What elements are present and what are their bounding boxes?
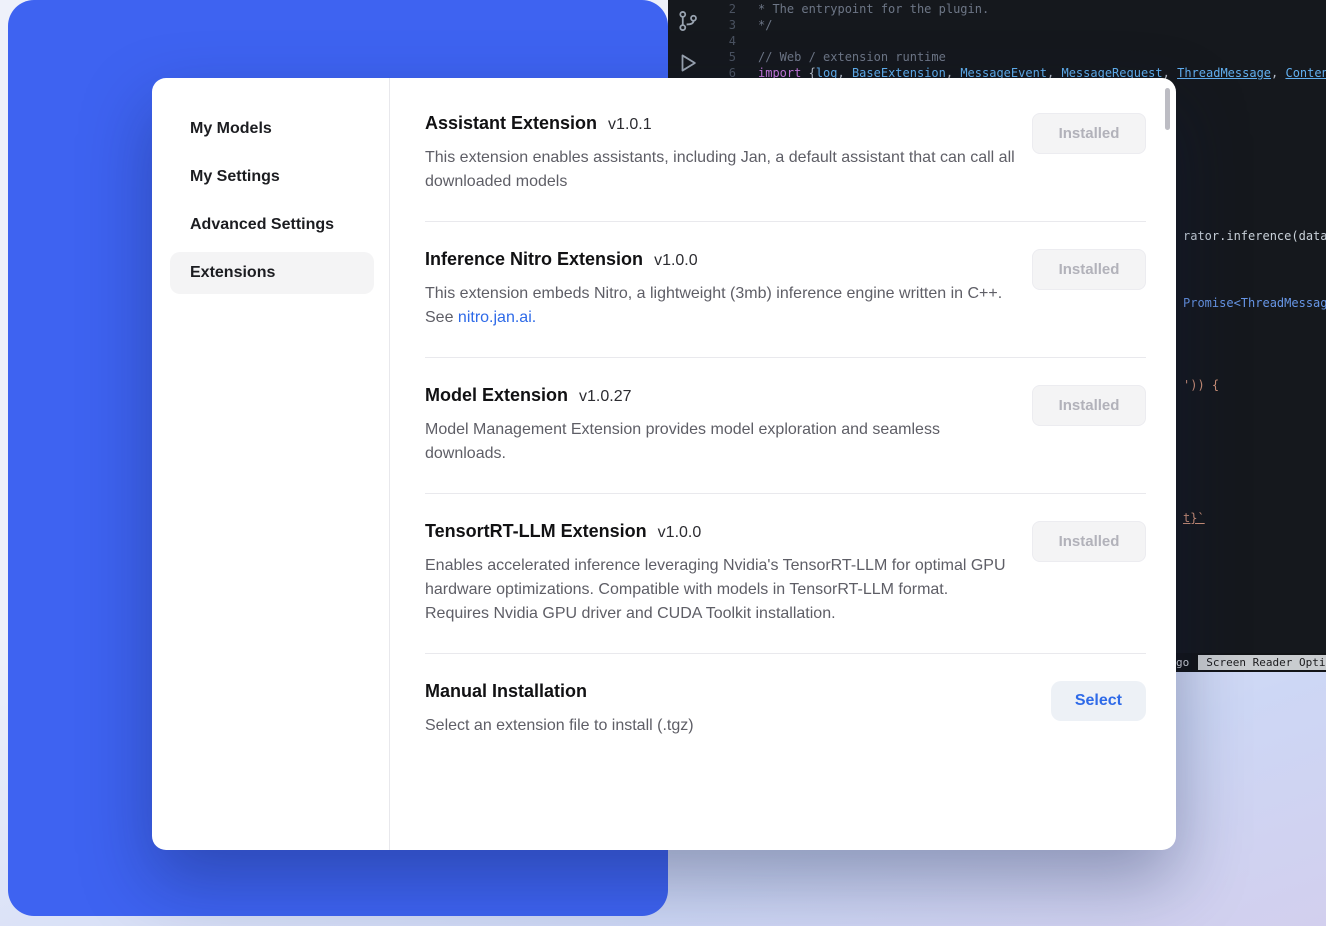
extension-description: This extension embeds Nitro, a lightweig…: [425, 282, 1015, 330]
extension-version: v1.0.0: [658, 524, 702, 542]
screen-reader-badge[interactable]: Screen Reader Optimized: [1198, 655, 1326, 670]
extension-row-model: Model Extension v1.0.27 Model Management…: [425, 358, 1146, 494]
desktop-background: 2 * The entrypoint for the plugin. 3 */ …: [0, 0, 1326, 926]
nitro-jan-ai-link[interactable]: nitro.jan.ai.: [458, 309, 536, 326]
settings-modal: My Models My Settings Advanced Settings …: [152, 78, 1176, 850]
code-line: 4: [706, 34, 736, 48]
code-fragment: Promise<ThreadMessage>: [1183, 296, 1326, 310]
extension-description: Enables accelerated inference leveraging…: [425, 554, 1015, 626]
extension-row-tensorrt: TensortRT-LLM Extension v1.0.0 Enables a…: [425, 494, 1146, 654]
select-file-button[interactable]: Select: [1051, 681, 1146, 721]
status-text: go: [1176, 656, 1189, 669]
sidebar-item-advanced-settings[interactable]: Advanced Settings: [170, 204, 374, 246]
installed-button[interactable]: Installed: [1032, 113, 1146, 154]
sidebar-item-my-models[interactable]: My Models: [170, 108, 374, 150]
code-line: 2 * The entrypoint for the plugin.: [706, 2, 989, 16]
extension-description: This extension enables assistants, inclu…: [425, 146, 1015, 194]
installed-button[interactable]: Installed: [1032, 385, 1146, 426]
line-number: 4: [706, 34, 736, 48]
extensions-panel: Assistant Extension v1.0.1 This extensio…: [391, 78, 1176, 850]
extension-description: Model Management Extension provides mode…: [425, 418, 1015, 466]
code-text: // Web / extension runtime: [758, 50, 946, 64]
extension-version: v1.0.27: [579, 388, 631, 406]
manual-installation-description: Select an extension file to install (.tg…: [425, 714, 694, 738]
line-number: 3: [706, 18, 736, 32]
sidebar-item-extensions[interactable]: Extensions: [170, 252, 374, 294]
extension-row-assistant: Assistant Extension v1.0.1 This extensio…: [425, 86, 1146, 222]
source-control-icon[interactable]: [677, 10, 699, 32]
code-line: 5 // Web / extension runtime: [706, 50, 946, 64]
run-debug-icon[interactable]: [677, 52, 699, 74]
settings-sidebar: My Models My Settings Advanced Settings …: [152, 78, 390, 850]
extension-name: TensortRT-LLM Extension: [425, 521, 647, 542]
manual-installation-title: Manual Installation: [425, 681, 587, 702]
line-number: 5: [706, 50, 736, 64]
extension-name: Assistant Extension: [425, 113, 597, 134]
code-fragment: ')) {: [1183, 378, 1219, 392]
installed-button[interactable]: Installed: [1032, 521, 1146, 562]
code-fragment: rator.inference(data));: [1183, 229, 1326, 243]
line-number: 2: [706, 2, 736, 16]
code-fragment: t}`: [1183, 511, 1205, 525]
code-text: * The entrypoint for the plugin.: [758, 2, 989, 16]
code-line: 3 */: [706, 18, 772, 32]
manual-installation-row: Manual Installation Select an extension …: [425, 654, 1146, 765]
installed-button[interactable]: Installed: [1032, 249, 1146, 290]
code-text: */: [758, 18, 772, 32]
extension-name: Model Extension: [425, 385, 568, 406]
extension-version: v1.0.0: [654, 252, 698, 270]
extension-name: Inference Nitro Extension: [425, 249, 643, 270]
sidebar-item-my-settings[interactable]: My Settings: [170, 156, 374, 198]
extension-row-nitro: Inference Nitro Extension v1.0.0 This ex…: [425, 222, 1146, 358]
extension-version: v1.0.1: [608, 116, 652, 134]
